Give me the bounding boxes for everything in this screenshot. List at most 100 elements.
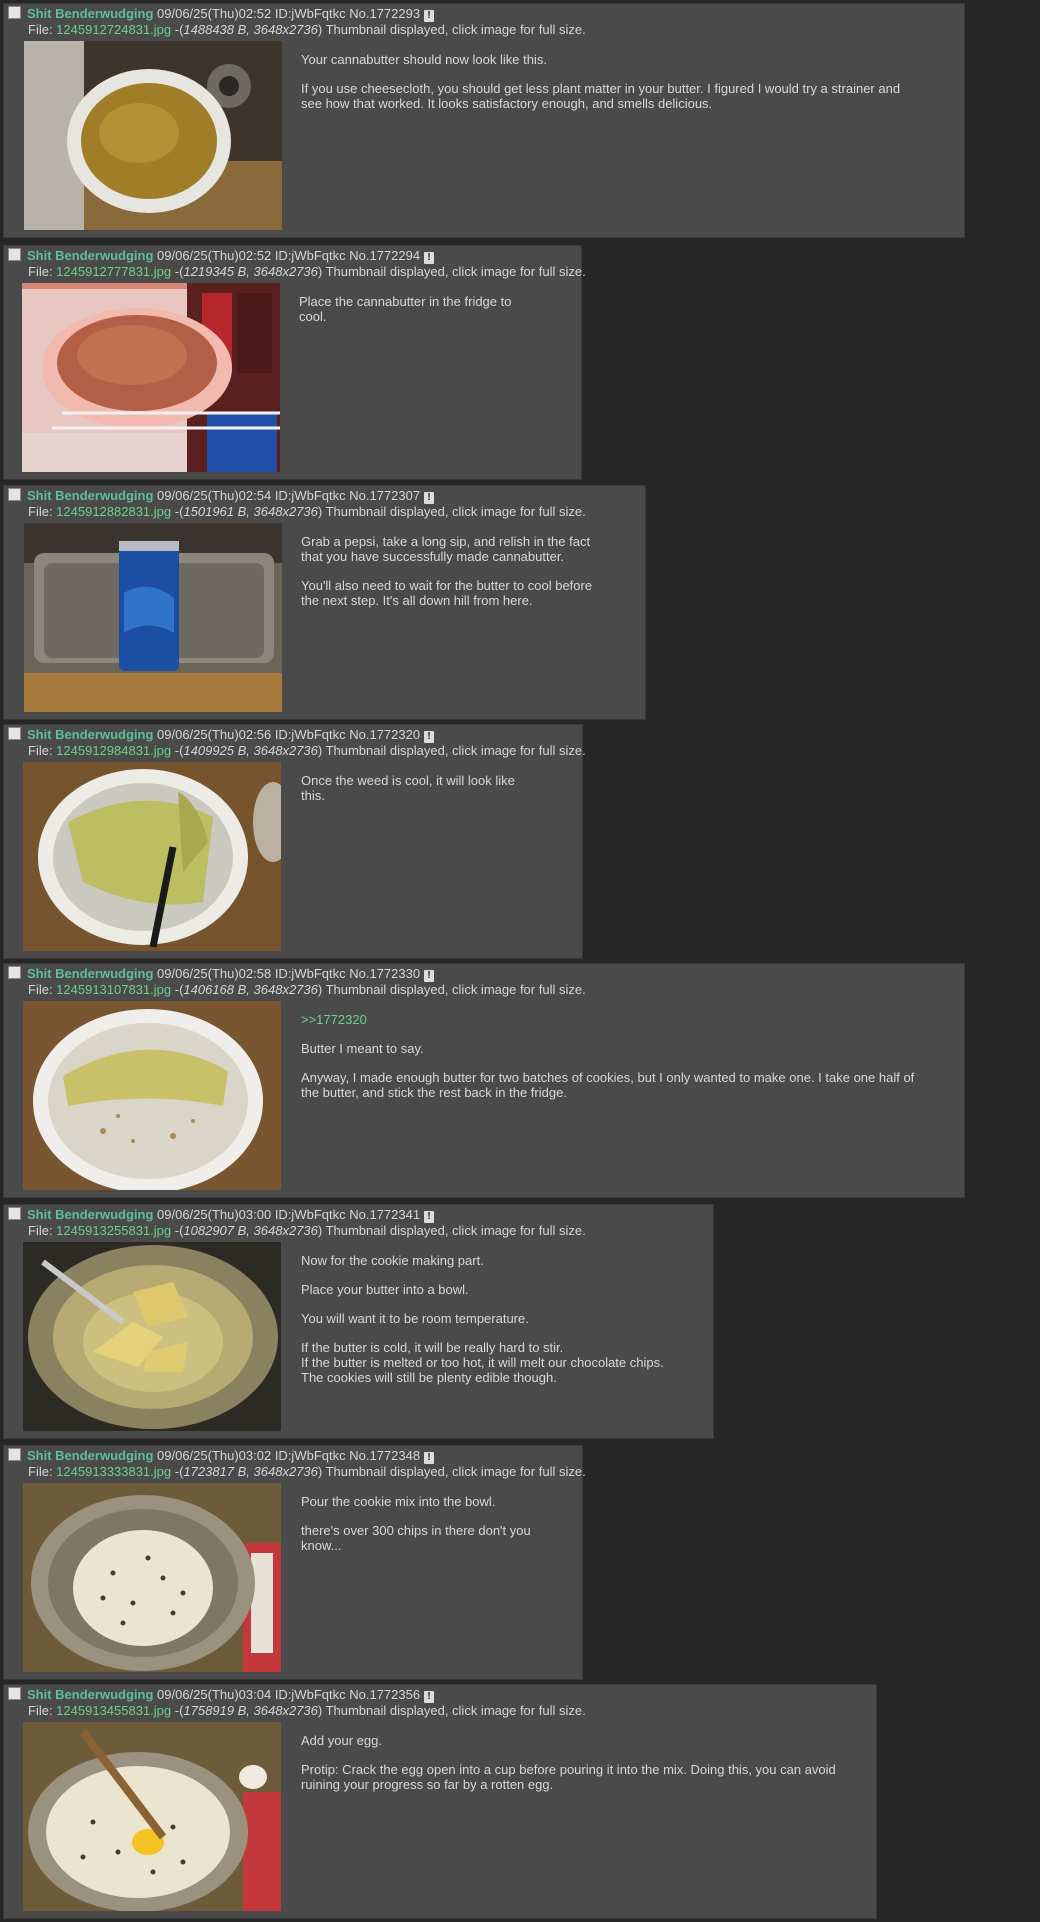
post-meta[interactable]: 09/06/25(Thu)02:52 ID:jWbFqtkc No.177229… (157, 248, 420, 263)
poster-name: Shit Benderwudging (27, 488, 154, 503)
file-meta: 1409925 B, 3648x2736 (183, 743, 318, 758)
post-body: Place the cannabutter in the fridge to c… (299, 294, 529, 338)
post-select-checkbox[interactable] (8, 1687, 21, 1700)
post: Shit Benderwudging 09/06/25(Thu)03:04 ID… (3, 1684, 877, 1919)
poster-name: Shit Benderwudging (27, 727, 154, 742)
post-body: Add your egg. Protip: Crack the egg open… (301, 1733, 861, 1806)
file-info: File: 1245912984831.jpg -(1409925 B, 364… (28, 743, 586, 759)
post-body: Grab a pepsi, take a long sip, and relis… (301, 534, 611, 622)
post-paragraph: Anyway, I made enough butter for two bat… (301, 1070, 915, 1100)
file-label: File: (28, 1703, 57, 1718)
post: Shit Benderwudging 09/06/25(Thu)03:00 ID… (3, 1204, 714, 1439)
post-meta[interactable]: 09/06/25(Thu)03:04 ID:jWbFqtkc No.177235… (157, 1687, 420, 1702)
pepsi-can-sink-image[interactable] (24, 523, 282, 712)
post-header: Shit Benderwudging 09/06/25(Thu)02:58 ID… (8, 966, 435, 982)
report-icon[interactable]: ! (424, 731, 435, 743)
cooled-butter-knife-image[interactable] (23, 762, 281, 951)
file-sep: -( (171, 22, 184, 37)
bowl-cannabutter-image[interactable] (24, 41, 282, 230)
post-header: Shit Benderwudging 09/06/25(Thu)02:52 ID… (8, 6, 435, 22)
file-meta: 1488438 B, 3648x2736 (183, 22, 318, 37)
cookie-mix-bowl-image[interactable] (23, 1483, 281, 1672)
file-meta: 1501961 B, 3648x2736 (183, 504, 318, 519)
butter-in-metal-bowl-image[interactable] (23, 1242, 281, 1431)
report-icon[interactable]: ! (424, 1691, 435, 1703)
file-link[interactable]: 1245912984831.jpg (56, 743, 171, 758)
post-header: Shit Benderwudging 09/06/25(Thu)02:54 ID… (8, 488, 435, 504)
thread: Shit Benderwudging 09/06/25(Thu)02:52 ID… (0, 0, 1040, 1922)
post-paragraph: You will want it to be room temperature. (301, 1311, 529, 1326)
half-butter-bowl-image[interactable] (23, 1001, 281, 1190)
post: Shit Benderwudging 09/06/25(Thu)02:52 ID… (3, 3, 965, 238)
file-label: File: (28, 264, 57, 279)
file-suffix: ) Thumbnail displayed, click image for f… (317, 504, 586, 519)
post-select-checkbox[interactable] (8, 727, 21, 740)
report-icon[interactable]: ! (424, 252, 435, 264)
poster-name: Shit Benderwudging (27, 1448, 154, 1463)
file-suffix: ) Thumbnail displayed, click image for f… (317, 743, 586, 758)
post-paragraph: Place your butter into a bowl. (301, 1282, 469, 1297)
file-link[interactable]: 1245913333831.jpg (56, 1464, 171, 1479)
file-suffix: ) Thumbnail displayed, click image for f… (317, 1464, 586, 1479)
file-link[interactable]: 1245912777831.jpg (56, 264, 171, 279)
poster-name: Shit Benderwudging (27, 1207, 154, 1222)
post-select-checkbox[interactable] (8, 6, 21, 19)
post-body: Once the weed is cool, it will look like… (301, 773, 531, 817)
file-info: File: 1245912882831.jpg -(1501961 B, 364… (28, 504, 586, 520)
report-icon[interactable]: ! (424, 1452, 435, 1464)
report-icon[interactable]: ! (424, 10, 435, 22)
post-header: Shit Benderwudging 09/06/25(Thu)03:04 ID… (8, 1687, 435, 1703)
quote-link[interactable]: >>1772320 (301, 1012, 931, 1027)
post: Shit Benderwudging 09/06/25(Thu)03:02 ID… (3, 1445, 586, 1680)
file-sep: -( (171, 1464, 184, 1479)
post-paragraph: If you use cheesecloth, you should get l… (301, 81, 901, 111)
file-sep: -( (171, 1703, 184, 1718)
file-link[interactable]: 1245913107831.jpg (56, 982, 171, 997)
file-suffix: ) Thumbnail displayed, click image for f… (317, 1703, 586, 1718)
post-meta[interactable]: 09/06/25(Thu)03:02 ID:jWbFqtkc No.177234… (157, 1448, 420, 1463)
file-meta: 1406168 B, 3648x2736 (183, 982, 318, 997)
post-meta[interactable]: 09/06/25(Thu)03:00 ID:jWbFqtkc No.177234… (157, 1207, 420, 1222)
fridge-bowl-image[interactable] (22, 283, 280, 472)
post-meta[interactable]: 09/06/25(Thu)02:56 ID:jWbFqtkc No.177232… (157, 727, 420, 742)
post-body: Now for the cookie making part. Place yo… (301, 1253, 701, 1399)
post-paragraph: Protip: Crack the egg open into a cup be… (301, 1762, 836, 1792)
file-label: File: (28, 1223, 57, 1238)
file-sep: -( (171, 264, 184, 279)
file-meta: 1723817 B, 3648x2736 (183, 1464, 318, 1479)
file-link[interactable]: 1245912882831.jpg (56, 504, 171, 519)
post-meta[interactable]: 09/06/25(Thu)02:58 ID:jWbFqtkc No.177233… (157, 966, 420, 981)
file-sep: -( (171, 982, 184, 997)
post-paragraph: Now for the cookie making part. (301, 1253, 484, 1268)
post-paragraph: You'll also need to wait for the butter … (301, 578, 593, 608)
post-body: >>1772320 Butter I meant to say. Anyway,… (301, 1012, 931, 1114)
file-info: File: 1245913107831.jpg -(1406168 B, 364… (28, 982, 586, 998)
report-icon[interactable]: ! (424, 492, 435, 504)
post-select-checkbox[interactable] (8, 966, 21, 979)
file-link[interactable]: 1245913255831.jpg (56, 1223, 171, 1238)
report-icon[interactable]: ! (424, 1211, 435, 1223)
post-select-checkbox[interactable] (8, 248, 21, 261)
post-meta[interactable]: 09/06/25(Thu)02:54 ID:jWbFqtkc No.177230… (157, 488, 420, 503)
file-link[interactable]: 1245912724831.jpg (56, 22, 171, 37)
post-paragraph: Pour the cookie mix into the bowl. (301, 1494, 496, 1509)
file-label: File: (28, 504, 57, 519)
post-paragraph: Grab a pepsi, take a long sip, and relis… (301, 534, 591, 564)
file-info: File: 1245913255831.jpg -(1082907 B, 364… (28, 1223, 586, 1239)
post-paragraph: Place the cannabutter in the fridge to c… (299, 294, 512, 324)
post-select-checkbox[interactable] (8, 1448, 21, 1461)
post-paragraph: Add your egg. (301, 1733, 382, 1748)
post-meta[interactable]: 09/06/25(Thu)02:52 ID:jWbFqtkc No.177229… (157, 6, 420, 21)
post-select-checkbox[interactable] (8, 488, 21, 501)
post-paragraph: If the butter is cold, it will be really… (301, 1340, 664, 1385)
file-meta: 1758919 B, 3648x2736 (183, 1703, 318, 1718)
poster-name: Shit Benderwudging (27, 248, 154, 263)
post-header: Shit Benderwudging 09/06/25(Thu)03:00 ID… (8, 1207, 435, 1223)
report-icon[interactable]: ! (424, 970, 435, 982)
post-select-checkbox[interactable] (8, 1207, 21, 1220)
post-paragraph: Once the weed is cool, it will look like… (301, 773, 515, 803)
post-header: Shit Benderwudging 09/06/25(Thu)03:02 ID… (8, 1448, 435, 1464)
egg-in-mix-image[interactable] (23, 1722, 281, 1911)
file-sep: -( (171, 1223, 184, 1238)
file-link[interactable]: 1245913455831.jpg (56, 1703, 171, 1718)
